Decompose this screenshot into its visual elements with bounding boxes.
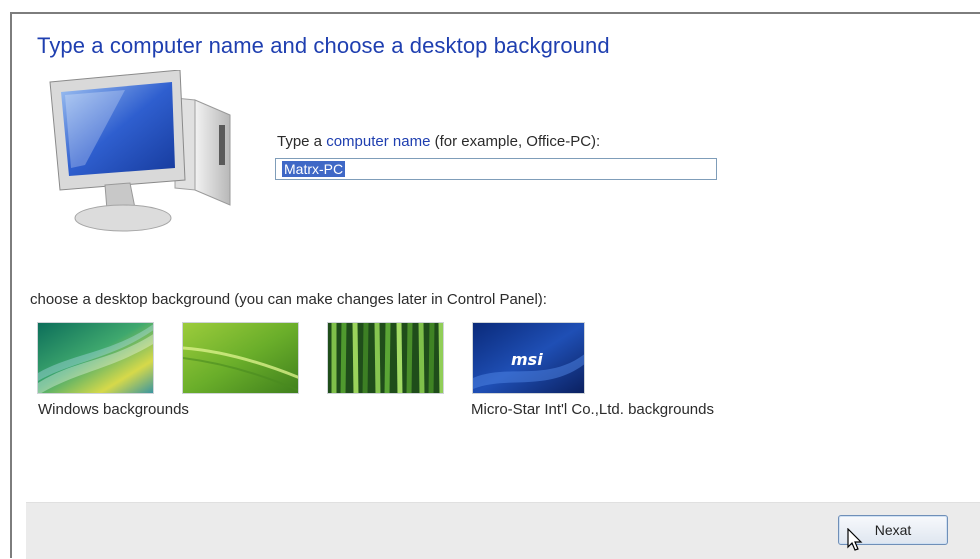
computer-name-value: Matrx-PC	[282, 161, 346, 177]
msi-logo: msi	[511, 350, 543, 369]
windows-background-thumb-2[interactable]	[182, 322, 299, 394]
footer-bar	[26, 502, 980, 559]
computer-name-input[interactable]: Matrx-PC	[275, 158, 717, 180]
prompt-prefix: Type a	[277, 133, 327, 150]
msi-background-thumb[interactable]: msi	[472, 322, 585, 394]
prompt-suffix: (for example, Office-PC):	[430, 133, 601, 150]
mouse-cursor-icon	[847, 527, 863, 552]
windows-background-thumb-3[interactable]	[327, 322, 444, 394]
windows-background-thumb-1[interactable]	[37, 322, 154, 394]
page-title: Type a computer name and choose a deskto…	[37, 33, 610, 58]
computer-name-prompt: Type a computer name (for example, Offic…	[277, 133, 600, 150]
windows-backgrounds-label: Windows backgrounds	[38, 401, 189, 418]
computer-icon	[45, 69, 245, 235]
background-label: choose a desktop background (you can mak…	[30, 291, 547, 308]
computer-name-link[interactable]: computer name	[326, 133, 430, 150]
msi-backgrounds-label: Micro-Star Int'l Co.,Ltd. backgrounds	[471, 401, 714, 418]
